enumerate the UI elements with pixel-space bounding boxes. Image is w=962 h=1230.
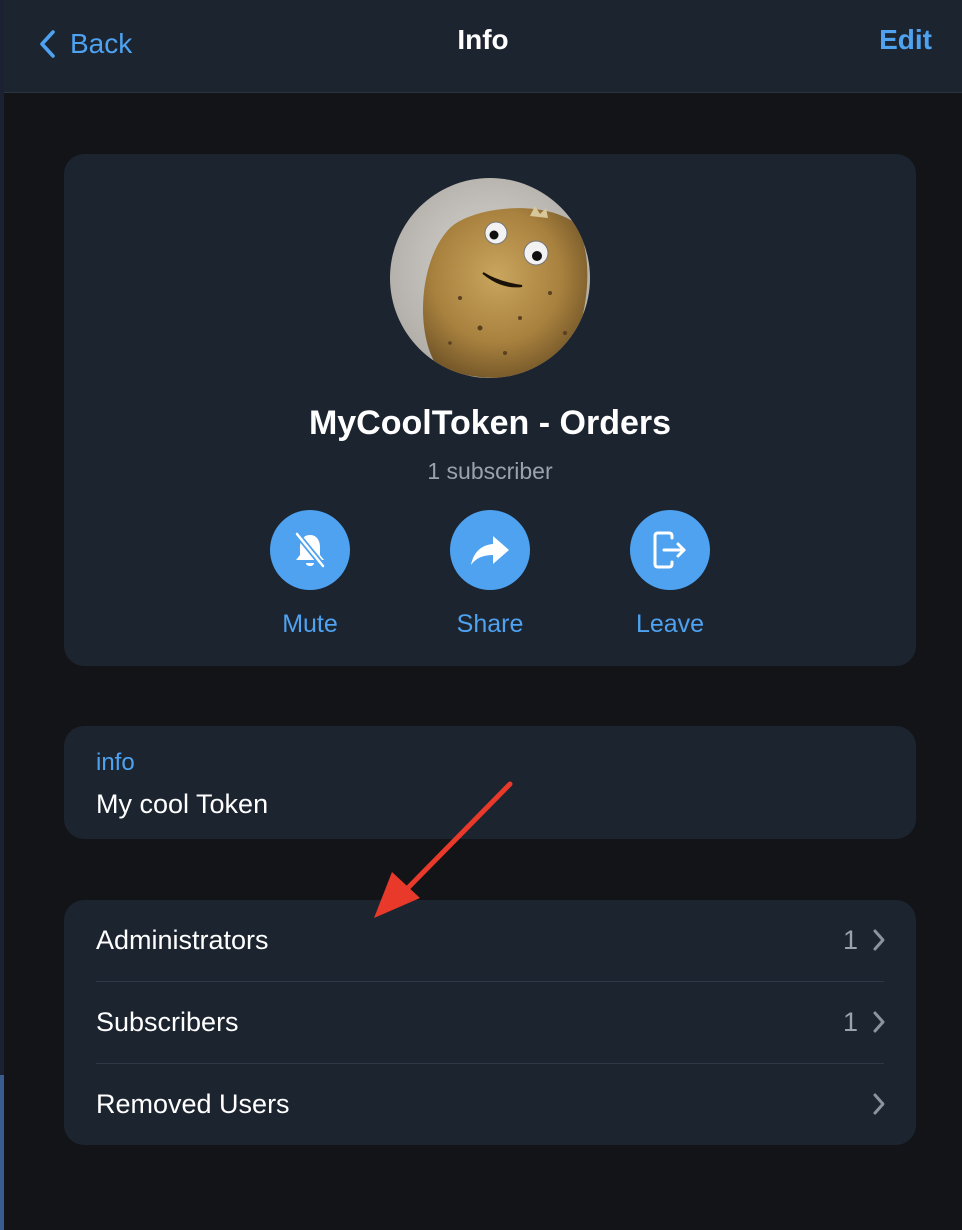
info-label: info bbox=[96, 749, 135, 776]
list-item-label: Subscribers bbox=[96, 1007, 239, 1037]
subscriber-count: 1 subscriber bbox=[427, 458, 553, 484]
left-panel-edge bbox=[0, 0, 4, 1230]
channel-info-card[interactable]: info My cool Token bbox=[64, 726, 916, 839]
page-title: Info bbox=[457, 24, 509, 55]
list-item-administrators[interactable]: Administrators 1 bbox=[64, 900, 916, 982]
chevron-right-icon bbox=[873, 929, 885, 951]
mute-label: Mute bbox=[282, 610, 338, 638]
mute-button-circle bbox=[270, 510, 350, 590]
members-list-card: Administrators 1 Subscribers 1 Removed U… bbox=[64, 900, 916, 1145]
share-button-circle bbox=[450, 510, 530, 590]
chevron-right-icon bbox=[873, 1093, 885, 1115]
mute-button[interactable]: Mute bbox=[230, 510, 390, 639]
list-item-label: Administrators bbox=[96, 925, 269, 955]
list-item-label: Removed Users bbox=[96, 1089, 290, 1119]
list-item-removed-users[interactable]: Removed Users bbox=[64, 1064, 916, 1146]
list-item-subscribers[interactable]: Subscribers 1 bbox=[64, 982, 916, 1064]
list-item-count: 1 bbox=[842, 1007, 858, 1037]
share-button[interactable]: Share bbox=[410, 510, 570, 639]
top-bar: Back Info Edit bbox=[4, 0, 962, 93]
channel-profile-card: MyCoolToken - Orders 1 subscriber Mute S… bbox=[64, 154, 916, 666]
info-value: My cool Token bbox=[96, 789, 269, 819]
channel-name: MyCoolToken - Orders bbox=[308, 404, 672, 442]
info-screen: Back Info Edit MyCoolToken - Orders 1 su… bbox=[0, 0, 962, 1230]
edit-button[interactable]: Edit bbox=[879, 24, 932, 56]
leave-button[interactable]: Leave bbox=[590, 510, 750, 639]
list-item-count: 1 bbox=[842, 925, 858, 955]
potato-avatar-image bbox=[390, 178, 590, 378]
leave-icon bbox=[653, 531, 686, 569]
leave-button-circle bbox=[630, 510, 710, 590]
avatar[interactable] bbox=[390, 178, 590, 378]
share-label: Share bbox=[456, 610, 524, 638]
chevron-right-icon bbox=[873, 1011, 885, 1033]
bell-muted-icon bbox=[294, 532, 326, 568]
left-panel-selection-edge bbox=[0, 1075, 4, 1230]
leave-label: Leave bbox=[635, 610, 705, 638]
share-arrow-icon bbox=[471, 536, 509, 565]
